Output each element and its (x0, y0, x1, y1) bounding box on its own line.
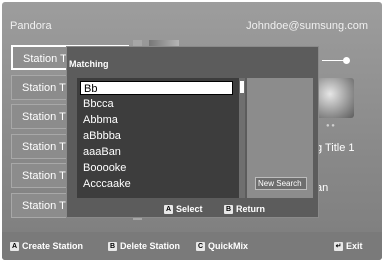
delete-station-label: Delete Station (120, 241, 181, 251)
app-title: Pandora (10, 20, 52, 32)
return-label: Return (236, 204, 265, 214)
b-key-icon: B (108, 242, 117, 252)
list-item[interactable]: aBbbba (80, 129, 233, 143)
list-item[interactable]: Booooke (80, 161, 233, 175)
delete-station-hint[interactable]: B Delete Station (108, 241, 181, 252)
quickmix-label: QuickMix (208, 241, 249, 251)
rating-icons: ● ● (326, 123, 335, 129)
list-item[interactable]: Bb (80, 81, 233, 95)
a-key-icon: A (10, 242, 19, 252)
create-station-hint[interactable]: A Create Station (10, 241, 84, 252)
dialog-title: Matching (69, 59, 109, 69)
matching-dialog: Matching Bb Bbcca Abbma aBbbba aaaBan Bo… (66, 46, 319, 218)
tv-screen: Pandora Johndoe@sumsung.com Station Titl… (2, 2, 382, 260)
exit-hint[interactable]: ↵ Exit (334, 241, 363, 252)
create-station-label: Create Station (22, 241, 84, 251)
a-key-icon: A (164, 205, 173, 215)
select-label: Select (176, 204, 203, 214)
c-key-icon: C (196, 242, 205, 252)
return-hint[interactable]: B Return (224, 204, 265, 215)
list-item[interactable]: Acccaake (80, 177, 233, 191)
list-scroll-thumb[interactable] (240, 81, 244, 93)
exit-label: Exit (346, 241, 363, 251)
progress-handle[interactable] (343, 57, 350, 64)
song-title: g Title 1 (316, 142, 355, 154)
list-item[interactable]: Abbma (80, 113, 233, 127)
list-item[interactable]: Bbcca (80, 97, 233, 111)
select-hint[interactable]: A Select (164, 204, 203, 215)
screen: Pandora Johndoe@sumsung.com Station Titl… (0, 0, 385, 262)
b-key-icon: B (224, 205, 233, 215)
album-art (314, 78, 354, 118)
bottom-bar: A Create Station B Delete Station C QuickMi… (2, 232, 382, 260)
new-search-button[interactable]: New Search (255, 177, 307, 190)
match-list: Bb Bbcca Abbma aBbbba aaaBan Booooke Acc… (77, 78, 239, 198)
list-item[interactable]: aaaBan (80, 145, 233, 159)
quickmix-hint[interactable]: C QuickMix (196, 241, 249, 252)
list-scrollbar[interactable] (239, 78, 245, 198)
return-icon: ↵ (334, 242, 343, 252)
account-email: Johndoe@sumsung.com (246, 20, 368, 32)
